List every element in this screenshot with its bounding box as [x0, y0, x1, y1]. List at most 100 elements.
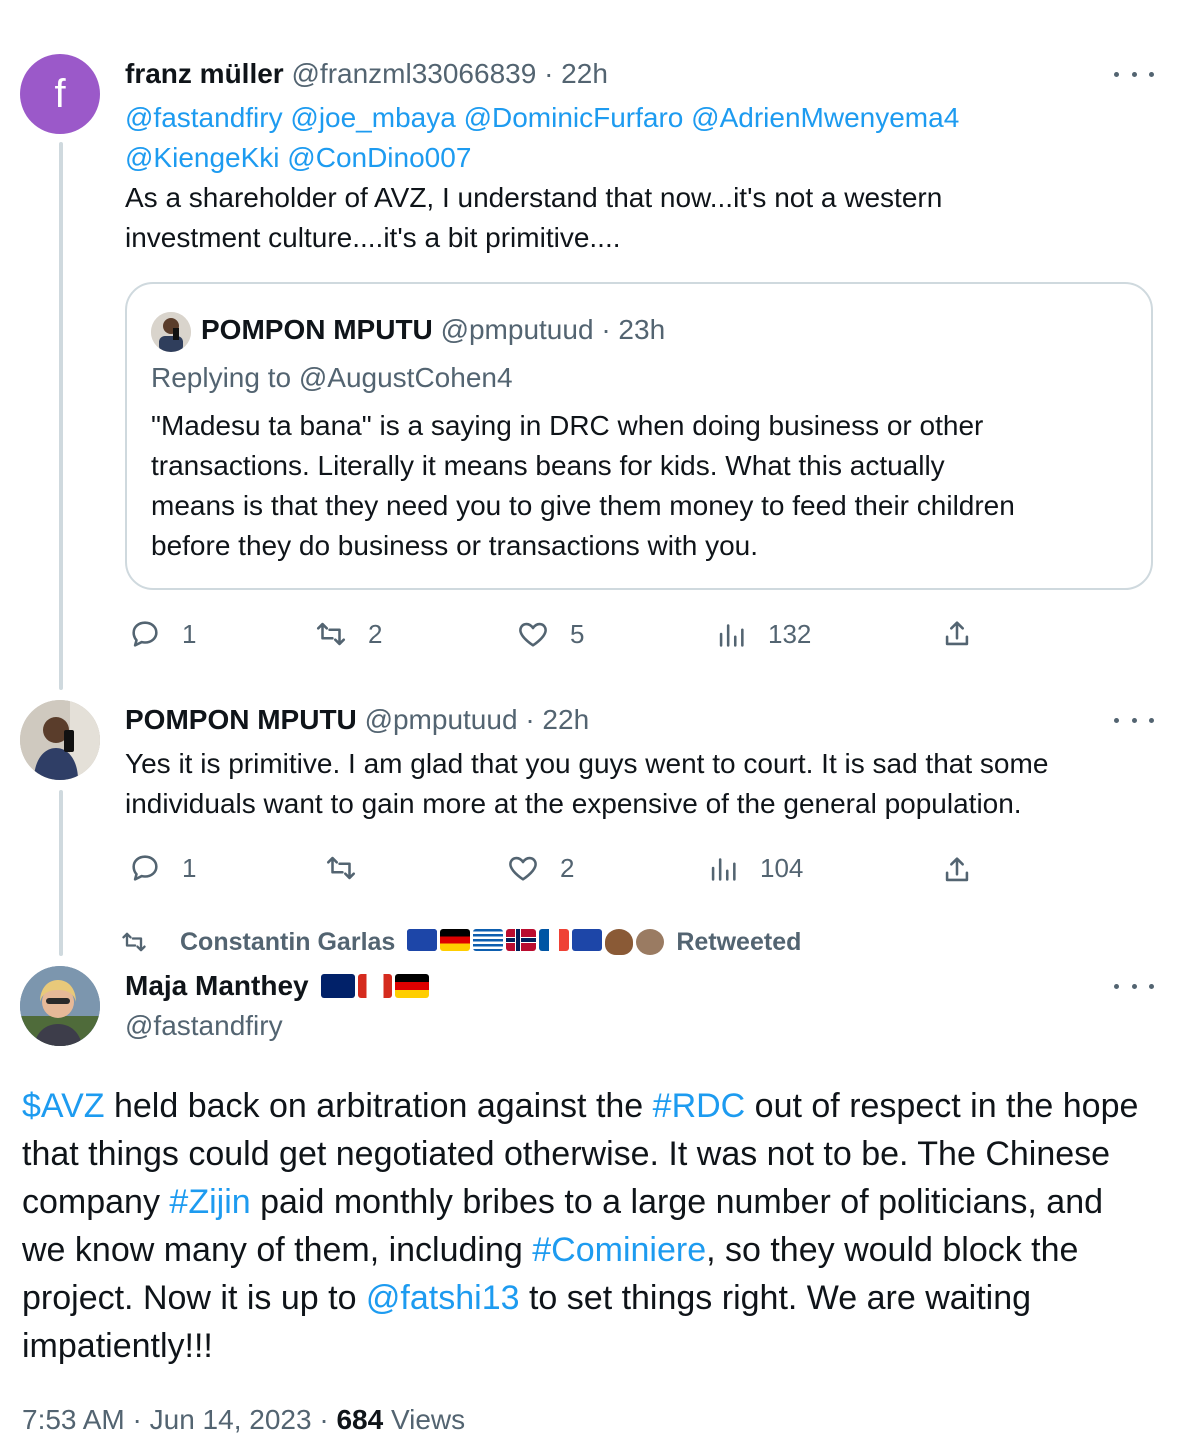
- separator-dot: ·: [544, 58, 554, 89]
- retweet-icon: [122, 932, 146, 952]
- mention-link[interactable]: @AdrienMwenyema4: [691, 102, 959, 133]
- mention-link[interactable]: @DominicFurfaro: [464, 102, 684, 133]
- thread-line-2: [59, 790, 63, 956]
- author-handle[interactable]: @franzml33066839: [291, 58, 536, 89]
- quote-text-line: "Madesu ta bana" is a saying in DRC when…: [151, 410, 984, 441]
- analytics-icon: [719, 624, 744, 647]
- mention-link[interactable]: @KiengeKki: [125, 142, 280, 173]
- views-count: 132: [768, 618, 812, 649]
- quote-author-name: POMPON MPUTU: [201, 314, 433, 345]
- quote-time: 23h: [618, 314, 666, 345]
- retweet-button[interactable]: 2: [314, 614, 382, 654]
- avatar[interactable]: [20, 700, 100, 780]
- tweet-text-line: individuals want to gain more at the exp…: [125, 788, 1022, 819]
- avatar[interactable]: f: [20, 54, 100, 134]
- quote-header: POMPON MPUTU @pmputuud · 23h: [201, 312, 665, 348]
- more-options-icon[interactable]: [1114, 710, 1154, 730]
- main-author-row: Maja Manthey: [125, 968, 429, 1004]
- more-options-icon[interactable]: [1114, 64, 1154, 84]
- reply-count: 1: [182, 618, 197, 649]
- otter-icon: [636, 929, 665, 955]
- views-button[interactable]: 132: [714, 614, 811, 654]
- retweet-icon: [326, 856, 356, 880]
- share-button[interactable]: [940, 850, 974, 890]
- reply-button[interactable]: 1: [128, 848, 196, 888]
- australia-flag-icon: [320, 974, 355, 998]
- retweet-icon: [316, 622, 346, 646]
- replying-to: Replying to @AugustCohen4: [151, 362, 513, 393]
- eu-flag-icon: [572, 929, 603, 951]
- retweet-button[interactable]: [324, 848, 378, 888]
- eu-flag-icon: [407, 929, 438, 951]
- mentions-line: @fastandfiry @joe_mbaya @DominicFurfaro …: [125, 98, 959, 138]
- mention-link[interactable]: @joe_mbaya: [290, 102, 455, 133]
- hashtag-link[interactable]: #Zijin: [169, 1183, 250, 1221]
- like-button[interactable]: 2: [506, 848, 574, 888]
- canada-flag-icon: [357, 974, 392, 998]
- tweet-header: POMPON MPUTU @pmputuud · 22h: [125, 702, 589, 738]
- reply-icon: [132, 621, 158, 647]
- tweet-date[interactable]: Jun 14, 2023: [150, 1404, 312, 1435]
- mentions-line: @KiengeKki @ConDino007: [125, 138, 471, 178]
- reply-icon: [132, 855, 158, 881]
- avatar[interactable]: [20, 966, 100, 1046]
- like-count: 5: [570, 618, 585, 649]
- hashtag-link[interactable]: #Cominiere: [532, 1231, 706, 1269]
- tweet-time[interactable]: 7:53 AM: [22, 1404, 125, 1435]
- quote-avatar: [151, 312, 191, 352]
- separator-dot: ·: [132, 1404, 142, 1435]
- heart-icon: [519, 622, 547, 647]
- views-count: 104: [760, 852, 804, 883]
- reply-count: 1: [182, 852, 197, 883]
- mention-link[interactable]: @ConDino007: [287, 142, 471, 173]
- retweet-banner: Constantin Garlas Retweeted: [120, 924, 801, 960]
- retweeted-label: Retweeted: [676, 927, 802, 956]
- mention-link[interactable]: @fatshi13: [366, 1279, 520, 1317]
- norway-flag-icon: [506, 929, 537, 951]
- germany-flag-icon: [394, 974, 429, 998]
- hashtag-link[interactable]: #RDC: [653, 1087, 746, 1125]
- avatar-letter: f: [54, 71, 66, 116]
- author-name[interactable]: Maja Manthey: [125, 968, 309, 1004]
- quote-author-handle: @pmputuud: [440, 314, 594, 345]
- author-handle[interactable]: @pmputuud: [365, 704, 518, 735]
- author-handle[interactable]: @fastandfiry: [125, 1008, 283, 1044]
- tweet-timestamp-row: 7:53 AM · Jun 14, 2023 · 684 Views: [22, 1400, 465, 1440]
- tweet-text-line: investment culture....it's a bit primiti…: [125, 222, 621, 253]
- cashtag-link[interactable]: $AVZ: [22, 1087, 105, 1125]
- raised-fist-icon: [605, 929, 634, 955]
- quote-text-line: transactions. Literally it means beans f…: [151, 450, 945, 481]
- thread-line-1: [59, 142, 63, 690]
- views-count: 684: [336, 1404, 384, 1435]
- views-button[interactable]: 104: [706, 848, 803, 888]
- retweeter-name[interactable]: Constantin Garlas: [180, 928, 395, 957]
- share-button[interactable]: [940, 614, 974, 654]
- tweet-time[interactable]: 22h: [561, 58, 608, 89]
- emoji-flags: [407, 929, 665, 955]
- tweet-text-line: As a shareholder of AVZ, I understand th…: [125, 182, 943, 213]
- mention-link[interactable]: @fastandfiry: [125, 102, 283, 133]
- more-options-icon[interactable]: [1114, 976, 1154, 996]
- france-flag-icon: [539, 929, 570, 951]
- tweet-text-line: Yes it is primitive. I am glad that you …: [125, 748, 1049, 779]
- greece-flag-icon: [473, 929, 504, 951]
- quote-text-line: means is that they need you to give them…: [151, 490, 1015, 521]
- tweet-text: held back on arbitration against the: [104, 1087, 653, 1125]
- reply-button[interactable]: 1: [128, 614, 196, 654]
- like-button[interactable]: 5: [516, 614, 584, 654]
- share-icon: [945, 857, 969, 882]
- like-count: 2: [560, 852, 575, 883]
- quote-text-line: before they do business or transactions …: [151, 530, 759, 561]
- tweet-header: franz müller @franzml33066839 · 22h: [125, 56, 608, 92]
- views-label: Views: [390, 1404, 466, 1435]
- separator-dot: ·: [525, 704, 535, 735]
- author-name[interactable]: franz müller: [125, 58, 284, 89]
- quoted-tweet[interactable]: POMPON MPUTU @pmputuud · 23h Replying to…: [125, 282, 1153, 590]
- share-icon: [945, 621, 969, 646]
- separator-dot: ·: [319, 1404, 329, 1435]
- retweet-count: 2: [368, 618, 383, 649]
- tweet-time[interactable]: 22h: [542, 704, 589, 735]
- author-name[interactable]: POMPON MPUTU: [125, 704, 357, 735]
- germany-flag-icon: [440, 929, 471, 951]
- main-tweet-text: $AVZ held back on arbitration against th…: [22, 1082, 1152, 1370]
